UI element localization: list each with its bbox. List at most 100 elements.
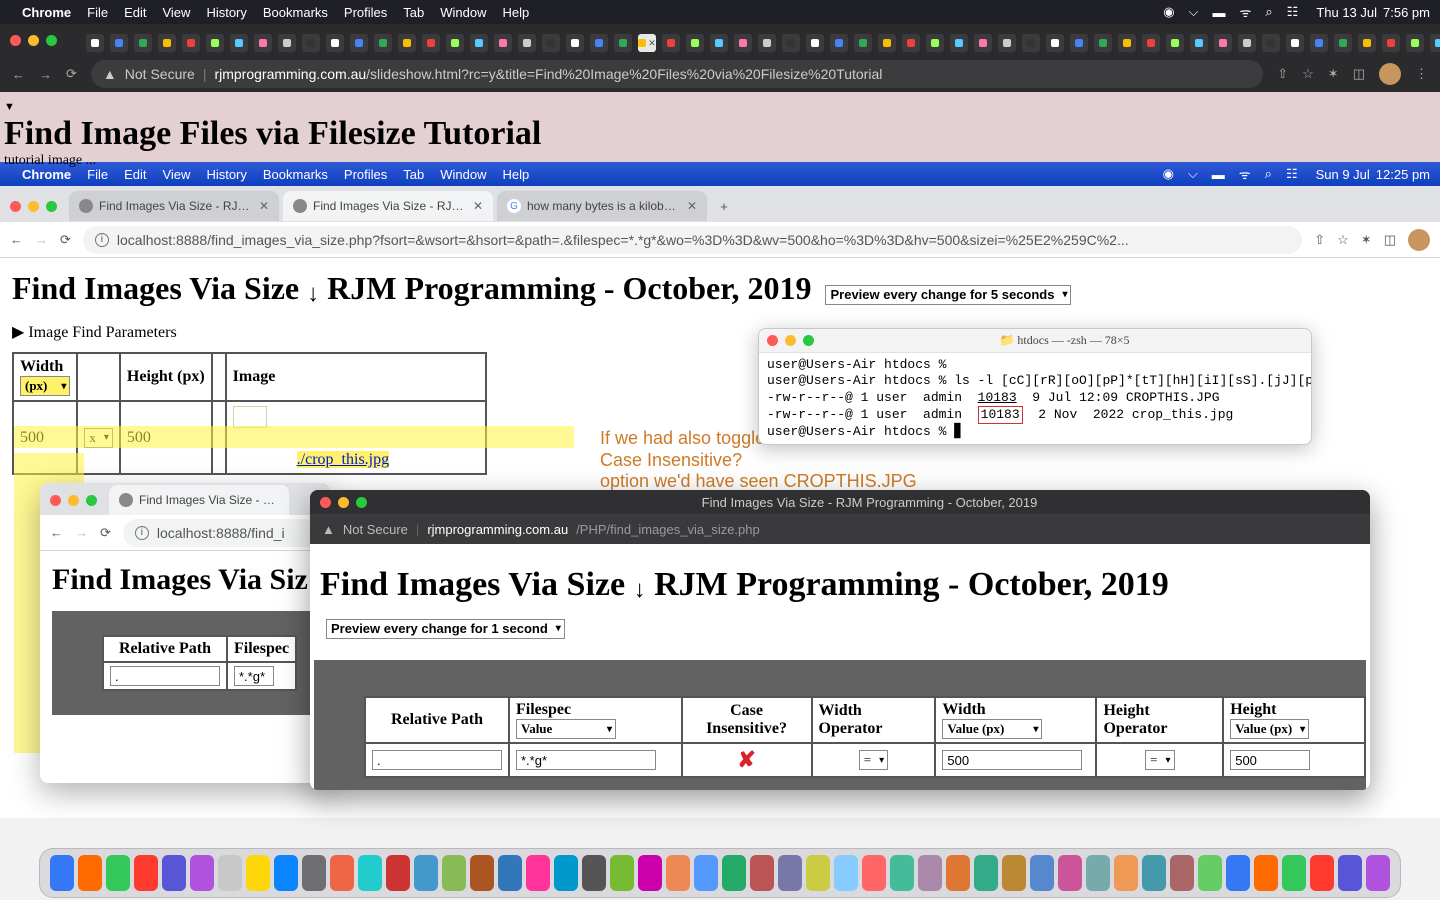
dock-app-icon[interactable]: [834, 855, 858, 891]
pinned-tab[interactable]: [446, 34, 464, 52]
pinned-tab[interactable]: [782, 34, 800, 52]
search-icon[interactable]: ⌕: [1265, 4, 1272, 20]
star-icon[interactable]: ☆: [1337, 232, 1349, 248]
minimize-icon[interactable]: [338, 497, 349, 508]
hop-select[interactable]: =: [1145, 750, 1174, 770]
pinned-tab[interactable]: [1358, 34, 1376, 52]
minimize-icon[interactable]: [28, 35, 39, 46]
pinned-tab[interactable]: [998, 34, 1016, 52]
pinned-tab[interactable]: [326, 34, 344, 52]
pinned-tab[interactable]: [206, 34, 224, 52]
tab-close-icon[interactable]: ✕: [687, 199, 697, 213]
sidepanel-icon[interactable]: ◫: [1353, 66, 1365, 82]
forward-icon[interactable]: →: [75, 525, 88, 540]
avatar-icon[interactable]: [1379, 63, 1401, 85]
tab-3[interactable]: G how many bytes is a kilobyte - ✕: [497, 191, 707, 221]
pinned-tab[interactable]: [686, 34, 704, 52]
dock-app-icon[interactable]: [442, 855, 466, 891]
pinned-tab[interactable]: [86, 34, 104, 52]
dock-app-icon[interactable]: [1142, 855, 1166, 891]
pinned-tab[interactable]: [614, 34, 632, 52]
pinned-tab[interactable]: [1310, 34, 1328, 52]
forward-icon[interactable]: →: [35, 232, 48, 247]
pinned-tab[interactable]: [470, 34, 488, 52]
menubar-date[interactable]: Thu 13 Jul: [1316, 5, 1377, 20]
pinned-tab[interactable]: [1286, 34, 1304, 52]
dock-app-icon[interactable]: [890, 855, 914, 891]
chrome-window-3[interactable]: Find Images Via Size - RJM ← → ⟳ i local…: [40, 483, 330, 783]
dock-app-icon[interactable]: [694, 855, 718, 891]
menubar-bookmarks[interactable]: Bookmarks: [263, 5, 328, 20]
crop-link[interactable]: ./crop_this.jpg: [297, 451, 389, 468]
info-icon[interactable]: i: [135, 526, 149, 540]
tab[interactable]: Find Images Via Size - RJM: [109, 485, 289, 515]
pinned-tab[interactable]: [1142, 34, 1160, 52]
menubar-tab[interactable]: Tab: [403, 5, 424, 20]
dock-app-icon[interactable]: [386, 855, 410, 891]
wifi-icon[interactable]: ᯤ: [1239, 165, 1251, 183]
back-icon[interactable]: ←: [12, 67, 25, 82]
dock-app-icon[interactable]: [1310, 855, 1334, 891]
wifi-icon[interactable]: ᯤ: [1240, 3, 1252, 21]
close-icon[interactable]: [320, 497, 331, 508]
pinned-tab[interactable]: [134, 34, 152, 52]
operator-select[interactable]: x: [84, 428, 113, 448]
dock-app-icon[interactable]: [470, 855, 494, 891]
pinned-tab[interactable]: [974, 34, 992, 52]
pinned-tab[interactable]: [1262, 34, 1280, 52]
pinned-tab[interactable]: [110, 34, 128, 52]
dock-app-icon[interactable]: [1198, 855, 1222, 891]
dock-app-icon[interactable]: [1086, 855, 1110, 891]
avatar-icon[interactable]: [1408, 229, 1430, 251]
tab-close-icon[interactable]: ✕: [259, 199, 269, 213]
pinned-tab[interactable]: ✕: [638, 34, 656, 52]
reload-icon[interactable]: ⟳: [66, 66, 77, 82]
macos-dock[interactable]: [39, 848, 1401, 898]
zoom-icon[interactable]: [86, 495, 97, 506]
sidepanel-icon[interactable]: ◫: [1384, 232, 1396, 248]
pinned-tab[interactable]: [350, 34, 368, 52]
pinned-tab[interactable]: [422, 34, 440, 52]
dock-app-icon[interactable]: [750, 855, 774, 891]
dock-app-icon[interactable]: [1226, 855, 1250, 891]
pinned-tab[interactable]: [758, 34, 776, 52]
menubar-file[interactable]: File: [87, 167, 108, 182]
extensions-icon[interactable]: ✶: [1328, 66, 1339, 82]
height-select[interactable]: Value (px): [1230, 719, 1309, 739]
record-icon[interactable]: ◉: [1163, 4, 1174, 20]
menubar-help[interactable]: Help: [503, 167, 530, 182]
omnibox[interactable]: ▲ Not Secure | rjmprogramming.com.au /sl…: [91, 60, 1263, 88]
extensions-icon[interactable]: ✶: [1361, 232, 1372, 248]
close-icon[interactable]: [10, 35, 21, 46]
pinned-tab[interactable]: [806, 34, 824, 52]
info-icon[interactable]: i: [95, 233, 109, 247]
pinned-tab[interactable]: [1334, 34, 1352, 52]
dock-app-icon[interactable]: [78, 855, 102, 891]
menubar-history[interactable]: History: [206, 5, 246, 20]
dock-app-icon[interactable]: [918, 855, 942, 891]
dock-app-icon[interactable]: [666, 855, 690, 891]
dock-app-icon[interactable]: [862, 855, 886, 891]
width-unit-select[interactable]: (px): [20, 376, 70, 396]
relpath-input[interactable]: [110, 666, 220, 686]
pinned-tab[interactable]: [830, 34, 848, 52]
height-input[interactable]: [1230, 750, 1310, 770]
case-toggle[interactable]: ✘: [737, 747, 755, 772]
battery-icon[interactable]: ▬: [1212, 167, 1225, 182]
dock-app-icon[interactable]: [50, 855, 74, 891]
width-select[interactable]: Value (px): [942, 719, 1042, 739]
dock-app-icon[interactable]: [1170, 855, 1194, 891]
dock-app-icon[interactable]: [722, 855, 746, 891]
pinned-tab[interactable]: [878, 34, 896, 52]
menubar-profiles[interactable]: Profiles: [344, 167, 387, 182]
record-icon[interactable]: ◉: [1163, 166, 1174, 182]
close-icon[interactable]: [10, 201, 21, 212]
pinned-tab[interactable]: [710, 34, 728, 52]
dock-app-icon[interactable]: [1338, 855, 1362, 891]
dock-app-icon[interactable]: [106, 855, 130, 891]
pinned-tab[interactable]: [1238, 34, 1256, 52]
close-icon[interactable]: [767, 335, 778, 346]
tab-2[interactable]: Find Images Via Size - RJM Pr ✕: [283, 191, 493, 221]
dock-app-icon[interactable]: [274, 855, 298, 891]
dock-app-icon[interactable]: [1282, 855, 1306, 891]
